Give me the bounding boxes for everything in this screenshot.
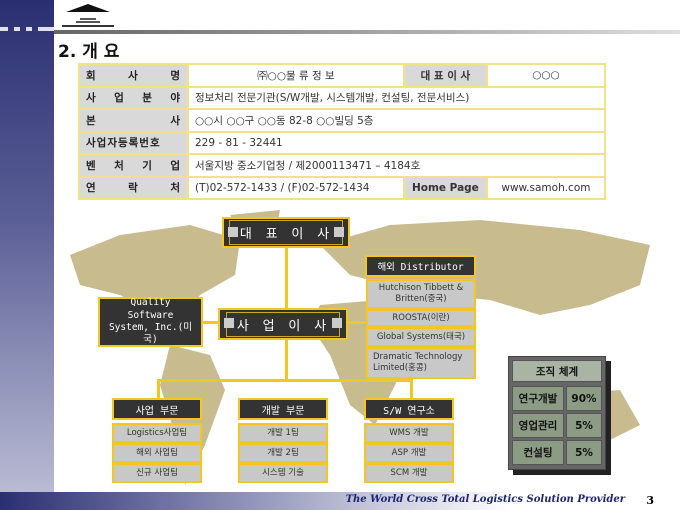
hq-value: ○○시 ○○구 ○○동 82-8 ○○빌딩 5층	[187, 108, 606, 133]
business-director-box: 사 업 이 사	[218, 308, 348, 340]
team-item: 개발 1팀	[238, 423, 328, 443]
team-item: 개발 2팀	[238, 443, 328, 463]
team-item: WMS 개발	[364, 423, 454, 443]
org-structure-panel: 조직 체계 연구개발 90% 영업관리 5% 컨설팅 5%	[508, 356, 606, 470]
connector	[348, 321, 367, 324]
ceo-box-label: 대 표 이 사	[228, 220, 344, 245]
company-info-table: 회 사 명 ㈜○○물 류 정 보대 표 이 사 ○○○ 사 업 분 야 정보처리 전문…	[78, 63, 607, 200]
connector	[157, 379, 160, 399]
org-structure-title: 조직 체계	[512, 360, 602, 382]
distributor-title: 해외 Distributor	[365, 255, 476, 277]
team-item: Logistics사업팀	[112, 423, 202, 443]
page-number: 3	[646, 494, 654, 507]
org-structure-pct: 5%	[566, 413, 602, 438]
distributor-item: Hutchison Tibbett & Britten(중국)	[366, 279, 476, 309]
header-rule	[54, 30, 680, 34]
homepage-link[interactable]: www.samoh.com	[485, 175, 607, 200]
venture-value: 서울지방 중소기업청 / 제2000113471 – 4184호	[187, 153, 606, 178]
department-header: S/W 연구소	[364, 398, 454, 420]
homepage-label: Home Page	[402, 175, 488, 200]
team-item: 시스템 기술	[238, 463, 328, 483]
company-logo	[62, 4, 114, 27]
org-structure-name: 컨설팅	[512, 440, 564, 465]
org-structure-pct: 90%	[566, 386, 602, 411]
left-decor-bar	[0, 0, 54, 492]
page-title: 2. 개 요	[58, 42, 120, 62]
venture-label: 벤 처 기 업	[78, 153, 189, 178]
regno-value: 229 - 81 - 32441	[187, 130, 606, 155]
distributor-item: Dramatic Technology Limited(홍콩)	[366, 347, 476, 379]
business-director-label: 사 업 이 사	[225, 311, 341, 337]
distributor-item: ROOSTA(이란)	[366, 309, 476, 327]
footer-slogan: The World Cross Total Logistics Solution…	[345, 494, 625, 505]
org-structure-name: 영업관리	[512, 413, 564, 438]
org-structure-pct: 5%	[566, 440, 602, 465]
company-value: ㈜○○물 류 정 보	[187, 63, 405, 88]
distributor-item: Global Systems(태국)	[366, 327, 476, 347]
connector	[410, 379, 413, 399]
team-item: 해외 사업팀	[112, 443, 202, 463]
org-structure-name: 연구개발	[512, 386, 564, 411]
connector	[203, 321, 219, 324]
team-item: ASP 개발	[364, 443, 454, 463]
ceo-label: 대 표 이 사	[402, 63, 488, 88]
department-header: 개발 부문	[238, 398, 328, 420]
ceo-value: ○○○	[485, 63, 607, 88]
contact-value: (T)02-572-1433 / (F)02-572-1434	[187, 175, 405, 200]
connector	[157, 379, 413, 382]
team-item: 신규 사업팀	[112, 463, 202, 483]
partner-box: Quality Software System, Inc.(미국)	[98, 297, 203, 347]
team-item: SCM 개발	[364, 463, 454, 483]
department-header: 사업 부문	[112, 398, 202, 420]
regno-label: 사업자등록번호	[78, 130, 189, 155]
hq-label: 본 사	[78, 108, 189, 133]
ceo-box: 대 표 이 사	[222, 217, 350, 248]
business-value: 정보처리 전문기관(S/W개발, 시스템개발, 컨설팅, 전문서비스)	[187, 85, 606, 110]
company-label: 회 사 명	[78, 63, 189, 88]
contact-label: 연 락 처	[78, 175, 189, 200]
business-label: 사 업 분 야	[78, 85, 189, 110]
